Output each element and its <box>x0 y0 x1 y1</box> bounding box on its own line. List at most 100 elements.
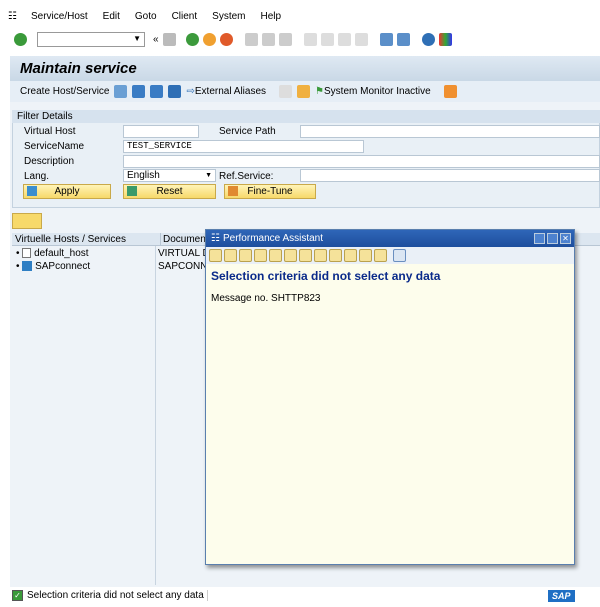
dialog-titlebar[interactable]: ☷ Performance Assistant ✕ <box>206 230 574 247</box>
close-icon[interactable] <box>393 249 406 262</box>
first-page-icon[interactable] <box>303 32 317 46</box>
menu-goto[interactable]: Goto <box>135 11 157 22</box>
status-message[interactable]: Selection criteria did not select any da… <box>27 590 208 601</box>
apply-button[interactable]: Apply <box>23 184 111 199</box>
menu-icon[interactable]: ☷ <box>8 11 17 22</box>
menu-help[interactable]: Help <box>261 11 282 22</box>
library-icon[interactable] <box>239 249 252 262</box>
magic-wand-icon[interactable] <box>297 85 311 98</box>
tools-icon[interactable] <box>284 249 297 262</box>
reset-button[interactable]: Reset <box>123 184 216 199</box>
tree-row-doc: SAPCONNECT <box>158 261 208 272</box>
ref-service-label: Ref.Service: <box>219 171 274 182</box>
tree-row-name: default_host <box>34 248 89 259</box>
chevron-down-icon[interactable]: ▼ <box>205 170 212 181</box>
lang-select[interactable]: English ▼ <box>123 169 216 182</box>
user-icon[interactable] <box>299 249 312 262</box>
window-icon: ☷ <box>211 233 220 244</box>
fine-tune-icon <box>228 186 238 196</box>
refresh-icon[interactable] <box>150 85 164 98</box>
forward-icon[interactable] <box>224 249 237 262</box>
back-icon[interactable] <box>209 249 222 262</box>
external-aliases-label: External Aliases <box>194 86 267 97</box>
filter-group-title: Filter Details <box>12 110 600 123</box>
structure-icon[interactable] <box>254 249 267 262</box>
description-label: Description <box>24 156 75 167</box>
delete-icon[interactable] <box>132 85 146 98</box>
tree-row[interactable]: • default_host <box>16 247 89 260</box>
new-session-icon[interactable] <box>379 32 393 46</box>
virtual-host-label: Virtual Host <box>24 126 76 137</box>
enter-icon[interactable] <box>14 32 27 46</box>
standard-toolbar: ▼ « <box>0 29 600 49</box>
sap-logo: SAP <box>548 589 575 602</box>
technical-info-icon[interactable] <box>329 249 342 262</box>
virtual-host-input[interactable] <box>123 125 199 138</box>
save-icon[interactable] <box>162 32 176 46</box>
success-icon: ✓ <box>12 590 23 601</box>
next-page-icon[interactable] <box>337 32 351 46</box>
edit-icon[interactable] <box>269 249 282 262</box>
external-aliases-button[interactable]: ⇨External Aliases <box>186 86 266 97</box>
tree-row-doc: VIRTUAL DEFAULT HOST <box>158 248 208 259</box>
document-icon <box>22 248 32 259</box>
tree-row[interactable]: • SAPconnect <box>16 260 90 273</box>
table-icon[interactable] <box>314 249 327 262</box>
service-path-label: Service Path <box>219 126 276 137</box>
cancel-icon[interactable] <box>219 32 233 46</box>
ref-service-input[interactable] <box>300 169 600 182</box>
command-field[interactable]: ▼ <box>37 31 145 47</box>
edit-icon[interactable] <box>114 85 128 98</box>
column-hosts-services[interactable]: Virtuelle Hosts / Services <box>15 233 126 246</box>
performance-assistant-dialog: ☷ Performance Assistant ✕ Selection crit… <box>205 229 575 565</box>
page-title: Maintain service <box>10 56 600 81</box>
shortcut-icon[interactable] <box>396 32 410 46</box>
arrow-right-icon: ⇨ <box>186 86 195 97</box>
info-icon[interactable] <box>168 85 182 98</box>
menu-edit[interactable]: Edit <box>103 11 120 22</box>
exit-icon[interactable] <box>202 32 216 46</box>
fine-tune-button[interactable]: Fine-Tune <box>224 184 316 199</box>
chevron-down-icon[interactable]: ▼ <box>133 34 141 43</box>
prev-page-icon[interactable] <box>320 32 334 46</box>
minimize-button[interactable] <box>534 233 545 244</box>
print-icon[interactable] <box>359 249 372 262</box>
message-number: Message no. SHTTP823 <box>211 293 321 304</box>
system-monitor-label: System Monitor Inactive <box>324 86 431 97</box>
fine-tune-label: Fine-Tune <box>247 186 293 197</box>
apply-label: Apply <box>54 186 80 197</box>
menu-client[interactable]: Client <box>172 11 198 22</box>
find-next-icon[interactable] <box>278 32 292 46</box>
dialog-title: Performance Assistant <box>222 233 324 244</box>
print-icon[interactable] <box>244 32 258 46</box>
print-menu-button[interactable] <box>12 213 42 229</box>
flag-icon: ⚑ <box>315 86 324 97</box>
collapse-icon[interactable]: « <box>153 34 159 45</box>
find-icon[interactable] <box>261 32 275 46</box>
document-icon[interactable] <box>279 85 293 98</box>
back-icon[interactable] <box>185 32 199 46</box>
dialog-toolbar <box>206 247 574 264</box>
menu-service-host[interactable]: Service/Host <box>31 11 88 22</box>
hierarchy-icon[interactable] <box>443 85 457 98</box>
service-name-input[interactable]: TEST_SERVICE <box>123 140 364 153</box>
maximize-button[interactable] <box>547 233 558 244</box>
customize-layout-icon[interactable] <box>438 32 452 46</box>
filter-icon <box>27 186 37 196</box>
reset-filter-icon <box>127 186 137 196</box>
help-icon[interactable] <box>421 32 435 46</box>
create-host-service-button[interactable]: Create Host/Service <box>20 86 109 97</box>
menu-system[interactable]: System <box>212 11 245 22</box>
comment-icon[interactable] <box>344 249 357 262</box>
close-button[interactable]: ✕ <box>560 233 571 244</box>
tree-row-name: SAPconnect <box>35 261 91 272</box>
last-page-icon[interactable] <box>354 32 368 46</box>
lang-label: Lang. <box>24 171 50 182</box>
export-icon[interactable] <box>374 249 387 262</box>
lang-value: English <box>127 170 160 181</box>
service-path-input[interactable] <box>300 125 600 138</box>
reset-label: Reset <box>156 186 183 197</box>
service-name-label: ServiceName <box>24 141 85 152</box>
system-monitor-button[interactable]: ⚑System Monitor Inactive <box>315 86 431 97</box>
description-input[interactable] <box>123 155 600 168</box>
